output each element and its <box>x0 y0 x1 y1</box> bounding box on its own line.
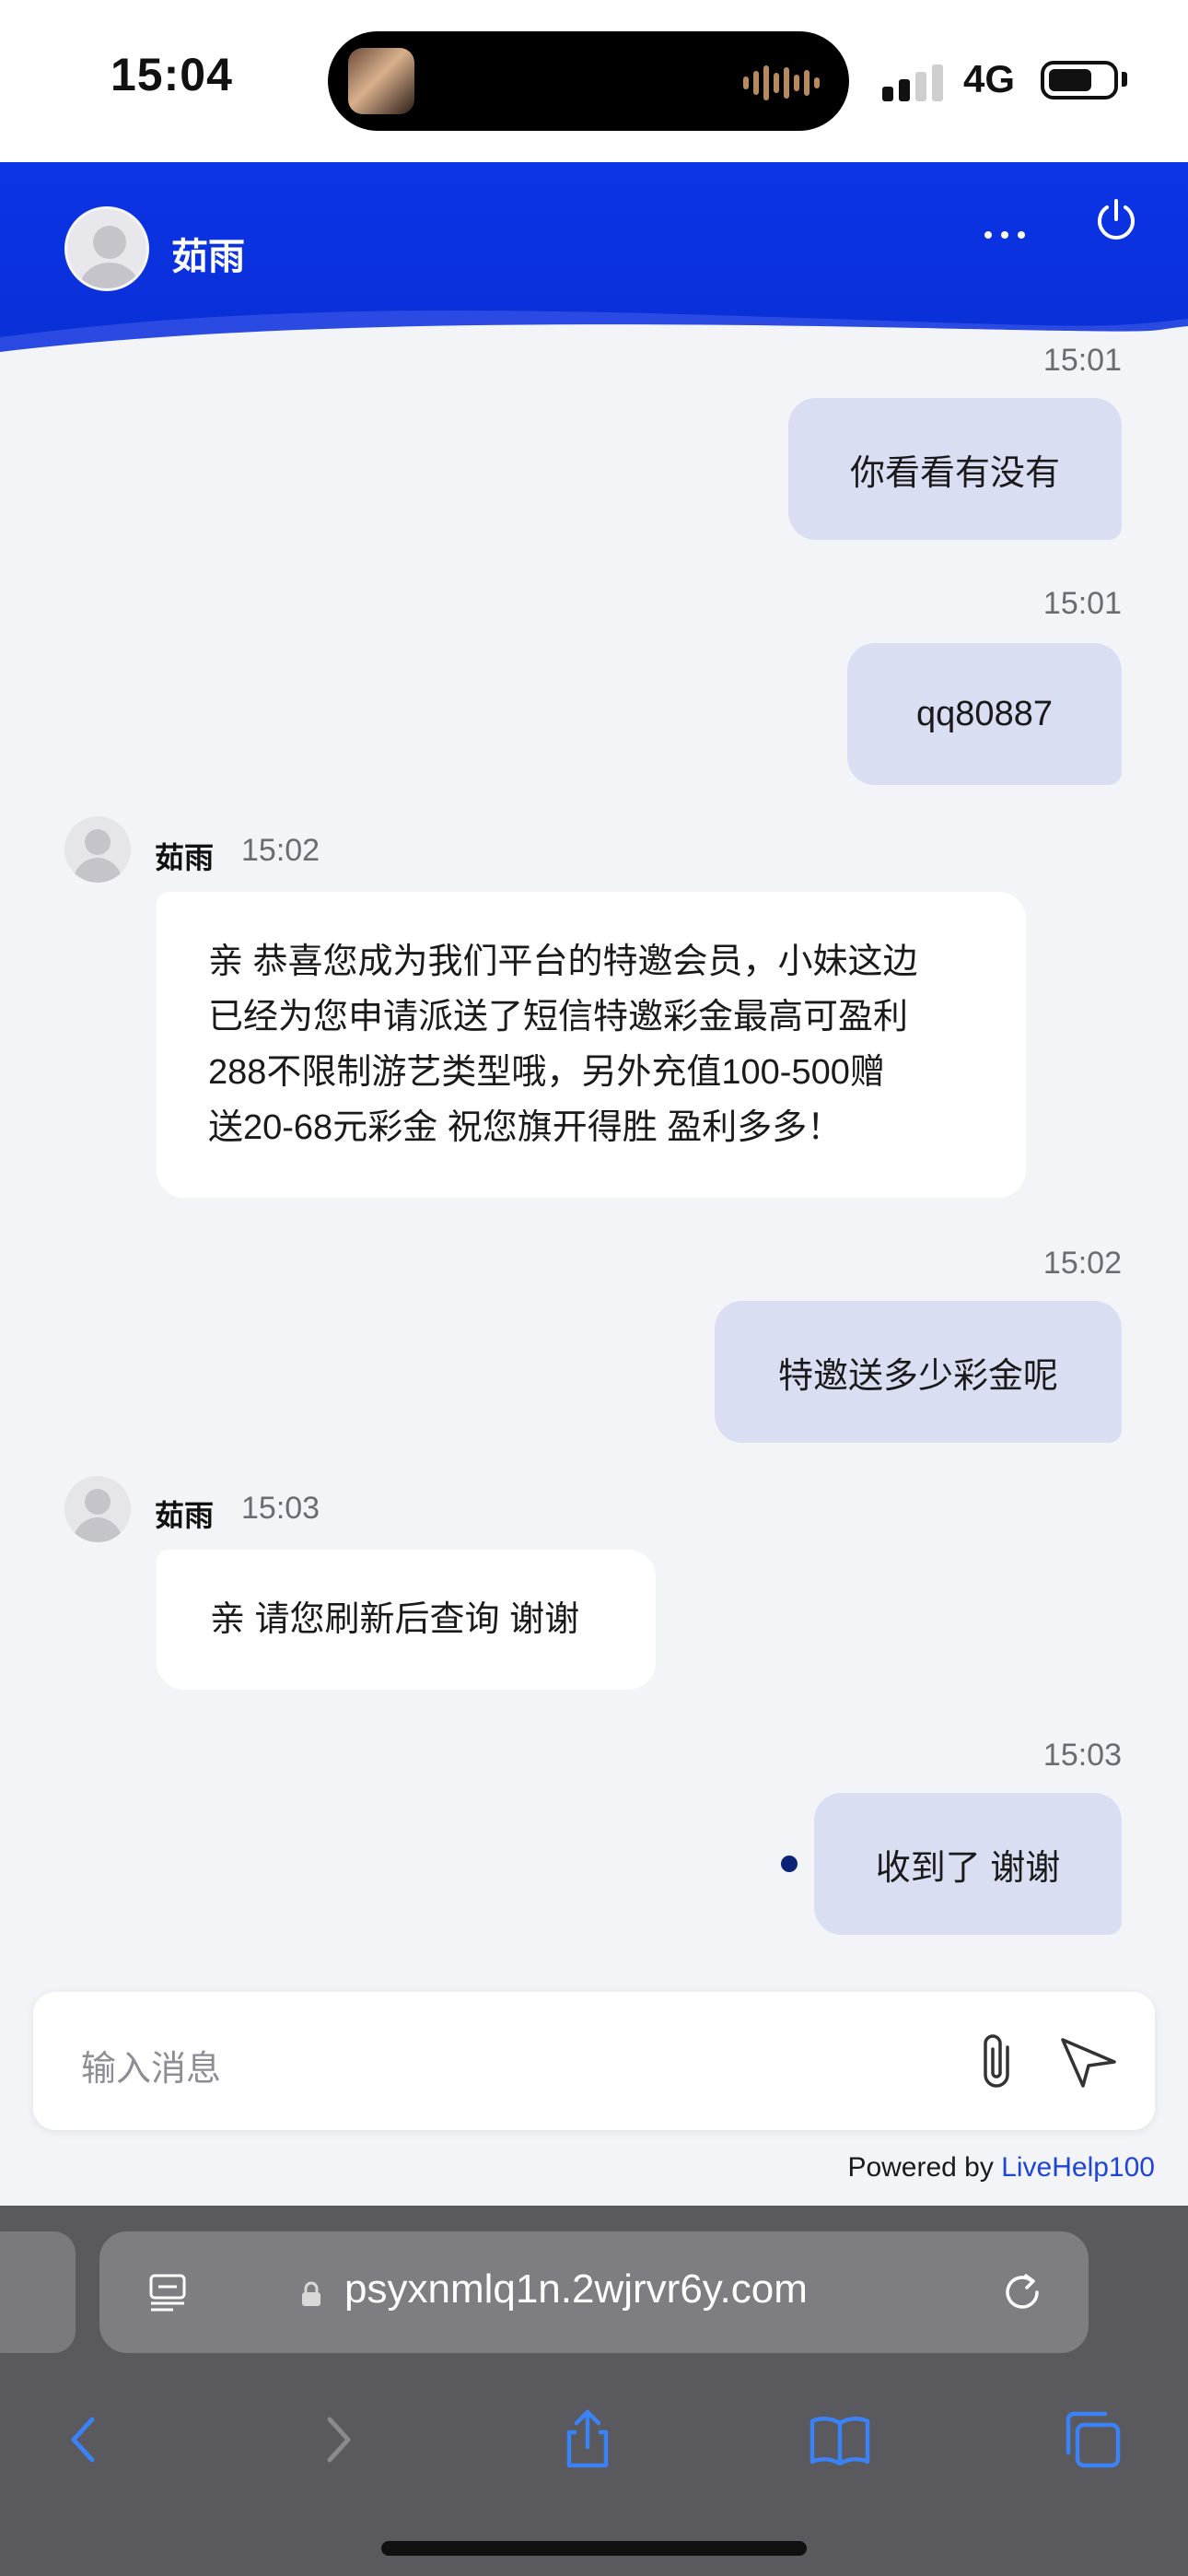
sender-name: 茹雨 <box>155 841 215 874</box>
agent-avatar[interactable] <box>64 206 149 291</box>
browser-toolbar: psyxnmlq1n.2wjrvr6y.com <box>0 2206 1188 2576</box>
powered-prefix: Powered by <box>847 2152 1002 2183</box>
send-icon[interactable] <box>1057 2032 1120 2091</box>
audio-waveform-icon <box>743 64 820 101</box>
message-time: 15:02 <box>241 833 320 868</box>
message-time: 15:02 <box>1042 1246 1122 1281</box>
share-icon[interactable] <box>554 2406 621 2473</box>
power-icon[interactable] <box>1092 195 1140 243</box>
sender-name: 茹雨 <box>155 1499 215 1532</box>
bookmarks-icon[interactable] <box>807 2406 873 2473</box>
back-icon[interactable] <box>52 2406 118 2473</box>
network-type: 4G <box>963 57 1016 100</box>
status-time: 15:04 <box>111 49 233 100</box>
dynamic-island[interactable] <box>328 31 849 131</box>
battery-icon <box>1041 61 1118 100</box>
browser-nav <box>0 2386 1188 2488</box>
message-text: qq80887 <box>916 694 1053 733</box>
chat-header: 茹雨 <box>0 162 1188 356</box>
message-line: 送20-68元彩金 祝您旗开得胜 盈利多多！ <box>208 1108 843 1147</box>
message-time: 15:01 <box>1042 343 1122 378</box>
message-time: 15:03 <box>241 1491 320 1526</box>
header-wave <box>0 310 1188 356</box>
incoming-message[interactable]: 亲 请您刷新后查询 谢谢 <box>157 1550 656 1690</box>
message-input[interactable]: 输入消息 <box>81 2040 221 2090</box>
lock-icon <box>300 2281 322 2307</box>
tabs-icon[interactable] <box>1059 2406 1125 2473</box>
message-input-box[interactable]: 输入消息 <box>33 1992 1155 2130</box>
message-text: 收到了 谢谢 <box>875 1848 1061 1888</box>
outgoing-message[interactable]: 收到了 谢谢 <box>814 1793 1122 1935</box>
outgoing-message[interactable]: qq80887 <box>847 643 1122 785</box>
agent-avatar[interactable] <box>64 1476 131 1542</box>
message-text: 你看看有没有 <box>849 453 1060 493</box>
home-indicator[interactable] <box>381 2541 807 2556</box>
address-bar[interactable]: psyxnmlq1n.2wjrvr6y.com <box>99 2231 1089 2353</box>
previous-tab[interactable] <box>0 2231 76 2353</box>
powered-by: Powered by LiveHelp100 <box>847 2152 1155 2184</box>
message-line: 亲 恭喜您成为我们平台的特邀会员，小妹这边 <box>208 943 918 981</box>
message-line: 288不限制游艺类型哦，另外充值100-500赠 <box>208 1053 885 1092</box>
incoming-message[interactable]: 亲 恭喜您成为我们平台的特邀会员，小妹这边 已经为您申请派送了短信特邀彩金最高可… <box>157 892 1026 1198</box>
cellular-signal-icon <box>882 64 943 101</box>
message-time: 15:03 <box>1042 1738 1122 1773</box>
message-line: 亲 请您刷新后查询 谢谢 <box>210 1600 580 1639</box>
url-text: psyxnmlq1n.2wjrvr6y.com <box>344 2266 808 2312</box>
read-status-dot <box>781 1856 798 1872</box>
outgoing-message[interactable]: 你看看有没有 <box>788 398 1122 540</box>
agent-name: 茹雨 <box>171 237 245 277</box>
status-bar: 15:04 4G <box>0 0 1188 162</box>
reader-icon[interactable] <box>146 2270 190 2314</box>
paperclip-icon[interactable] <box>971 2031 1026 2095</box>
now-playing-artwork <box>348 48 414 114</box>
livehelp-link[interactable]: LiveHelp100 <box>1001 2152 1155 2183</box>
agent-avatar[interactable] <box>64 816 131 883</box>
message-line: 已经为您申请派送了短信特邀彩金最高可盈利 <box>208 998 909 1036</box>
outgoing-message[interactable]: 特邀送多少彩金呢 <box>715 1301 1122 1443</box>
battery-cap <box>1122 72 1127 87</box>
message-text: 特邀送多少彩金呢 <box>777 1356 1058 1396</box>
forward-icon[interactable] <box>304 2406 370 2473</box>
reload-icon[interactable] <box>998 2268 1046 2316</box>
more-dots-icon[interactable] <box>980 206 1035 243</box>
message-time: 15:01 <box>1042 586 1122 621</box>
